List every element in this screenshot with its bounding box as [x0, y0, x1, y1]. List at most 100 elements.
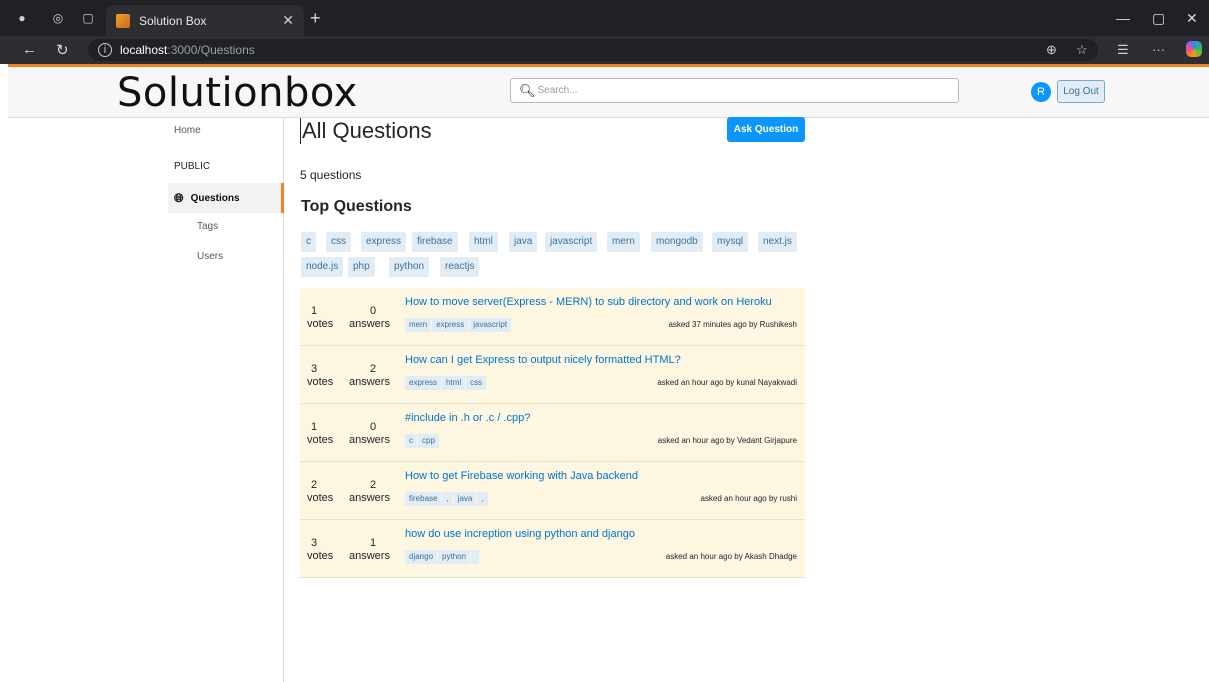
tag-chip[interactable]: java: [509, 232, 538, 252]
search-bar[interactable]: 🔍︎: [510, 78, 959, 103]
question-tag[interactable]: cpp: [418, 434, 439, 448]
vote-count: 1: [311, 305, 318, 317]
search-input[interactable]: [537, 85, 938, 96]
tag-chip[interactable]: mysql: [712, 232, 749, 252]
sidebar-item-home[interactable]: Home: [174, 125, 201, 136]
question-list: 1 votes 0 answers How to move server(Exp…: [300, 288, 805, 578]
tag-chip[interactable]: express: [361, 232, 407, 252]
section-title: Top Questions: [301, 198, 412, 215]
ask-question-button[interactable]: Ask Question: [727, 117, 805, 142]
question-title-link[interactable]: How can I get Express to output nicely f…: [405, 354, 681, 366]
vote-count: 3: [311, 363, 318, 375]
question-tag[interactable]: ,: [477, 492, 488, 506]
favorite-star-icon[interactable]: ☆: [1076, 42, 1088, 58]
vote-label: votes: [307, 550, 334, 562]
tag-chip[interactable]: html: [469, 232, 498, 252]
answer-count: 2: [370, 479, 377, 491]
restore-icon[interactable]: ▢: [1152, 10, 1165, 27]
answer-count: 2: [370, 363, 377, 375]
more-icon[interactable]: ···: [1152, 42, 1165, 57]
copilot-icon[interactable]: [1186, 41, 1202, 57]
question-title-link[interactable]: How to move server(Express - MERN) to su…: [405, 296, 772, 308]
tag-chip[interactable]: c: [301, 232, 316, 252]
vote-label: votes: [307, 492, 334, 504]
tag-chip[interactable]: next.js: [758, 232, 797, 252]
answer-count: 0: [370, 305, 377, 317]
sidebar-item-users[interactable]: Users: [197, 251, 223, 262]
question-tags: express html css: [405, 376, 487, 390]
tag-chip[interactable]: firebase: [412, 232, 458, 252]
answer-label: answers: [349, 318, 390, 330]
logo[interactable]: Solutionbox: [117, 70, 358, 116]
question-title-link[interactable]: How to get Firebase working with Java ba…: [405, 470, 638, 482]
favorites-icon[interactable]: ☰: [1117, 42, 1129, 58]
globe-icon: 🌐︎: [174, 190, 184, 205]
logout-button[interactable]: Log Out: [1057, 80, 1105, 103]
question-row: 1 votes 0 answers How to move server(Exp…: [300, 288, 805, 346]
vote-count: 2: [311, 479, 318, 491]
question-tag[interactable]: django: [405, 550, 438, 564]
tag-chip[interactable]: python: [389, 257, 430, 277]
back-icon[interactable]: ←: [22, 41, 37, 58]
question-tag[interactable]: ,: [442, 492, 453, 506]
tag-chip[interactable]: php: [348, 257, 375, 277]
answer-label: answers: [349, 376, 390, 388]
close-window-icon[interactable]: ✕: [1186, 10, 1198, 27]
tab-actions-icon[interactable]: ▢: [80, 10, 96, 26]
zoom-icon[interactable]: ⊕: [1046, 42, 1057, 58]
question-meta: asked 37 minutes ago by Rushikesh: [668, 320, 797, 329]
address-bar[interactable]: i localhost :3000/Questions: [88, 39, 1098, 61]
site-info-icon[interactable]: i: [98, 43, 112, 57]
question-row: 1 votes 0 answers #include in .h or .c /…: [300, 404, 805, 462]
search-icon: 🔍︎: [519, 82, 536, 98]
question-count: 5 questions: [300, 168, 362, 182]
question-tag[interactable]: c: [405, 434, 417, 448]
question-tags: django python: [405, 550, 480, 564]
question-title-link[interactable]: how do use increption using python and d…: [405, 528, 635, 540]
question-meta: asked an hour ago by Vedant Girjapure: [657, 436, 797, 445]
question-row: 3 votes 2 answers How can I get Express …: [300, 346, 805, 404]
tab-title: Solution Box: [139, 13, 207, 28]
vote-count: 1: [311, 421, 318, 433]
question-tags: firebase , java ,: [405, 492, 489, 506]
tag-chip[interactable]: node.js: [301, 257, 344, 277]
sidebar-item-questions[interactable]: 🌐︎ Questions: [168, 183, 284, 213]
vote-count: 3: [311, 537, 318, 549]
tag-chip[interactable]: css: [326, 232, 351, 252]
url-path: :3000/Questions: [167, 43, 255, 57]
question-tag[interactable]: express: [405, 376, 442, 390]
question-tag[interactable]: python: [438, 550, 471, 564]
minimize-icon[interactable]: —: [1116, 10, 1130, 26]
question-tag[interactable]: mern: [405, 318, 432, 332]
question-tag[interactable]: html: [442, 376, 466, 390]
tag-chip[interactable]: mongodb: [651, 232, 703, 252]
workspaces-icon[interactable]: ◎: [50, 10, 66, 26]
sidebar-section-public: PUBLIC: [174, 161, 211, 172]
question-tag[interactable]: firebase: [405, 492, 442, 506]
profile-icon[interactable]: ●: [14, 10, 30, 26]
tag-chip[interactable]: mern: [607, 232, 640, 252]
tag-chip[interactable]: javascript: [545, 232, 598, 252]
question-tag[interactable]: css: [466, 376, 487, 390]
question-meta: asked an hour ago by Akash Dhadge: [665, 552, 797, 561]
browser-tab[interactable]: Solution Box ✕: [106, 5, 304, 36]
app-header: Solutionbox 🔍︎ R Log Out: [8, 64, 1209, 118]
answer-count: 1: [370, 537, 377, 549]
sidebar-item-tags[interactable]: Tags: [197, 221, 218, 232]
new-tab-icon[interactable]: +: [310, 8, 321, 29]
question-tag[interactable]: [471, 550, 480, 564]
sidebar-item-label: Questions: [190, 192, 240, 204]
answer-label: answers: [349, 434, 390, 446]
question-tags: c cpp: [405, 434, 440, 448]
question-title-link[interactable]: #include in .h or .c / .cpp?: [405, 412, 530, 424]
question-tag[interactable]: javascript: [469, 318, 512, 332]
close-tab-icon[interactable]: ✕: [282, 12, 294, 29]
question-tag[interactable]: express: [432, 318, 469, 332]
reload-icon[interactable]: ↻: [56, 41, 69, 59]
avatar[interactable]: R: [1031, 82, 1051, 102]
question-row: 2 votes 2 answers How to get Firebase wo…: [300, 462, 805, 520]
favicon-icon: [116, 13, 130, 28]
tag-chip[interactable]: reactjs: [440, 257, 480, 277]
answer-label: answers: [349, 550, 390, 562]
question-tag[interactable]: java: [453, 492, 477, 506]
